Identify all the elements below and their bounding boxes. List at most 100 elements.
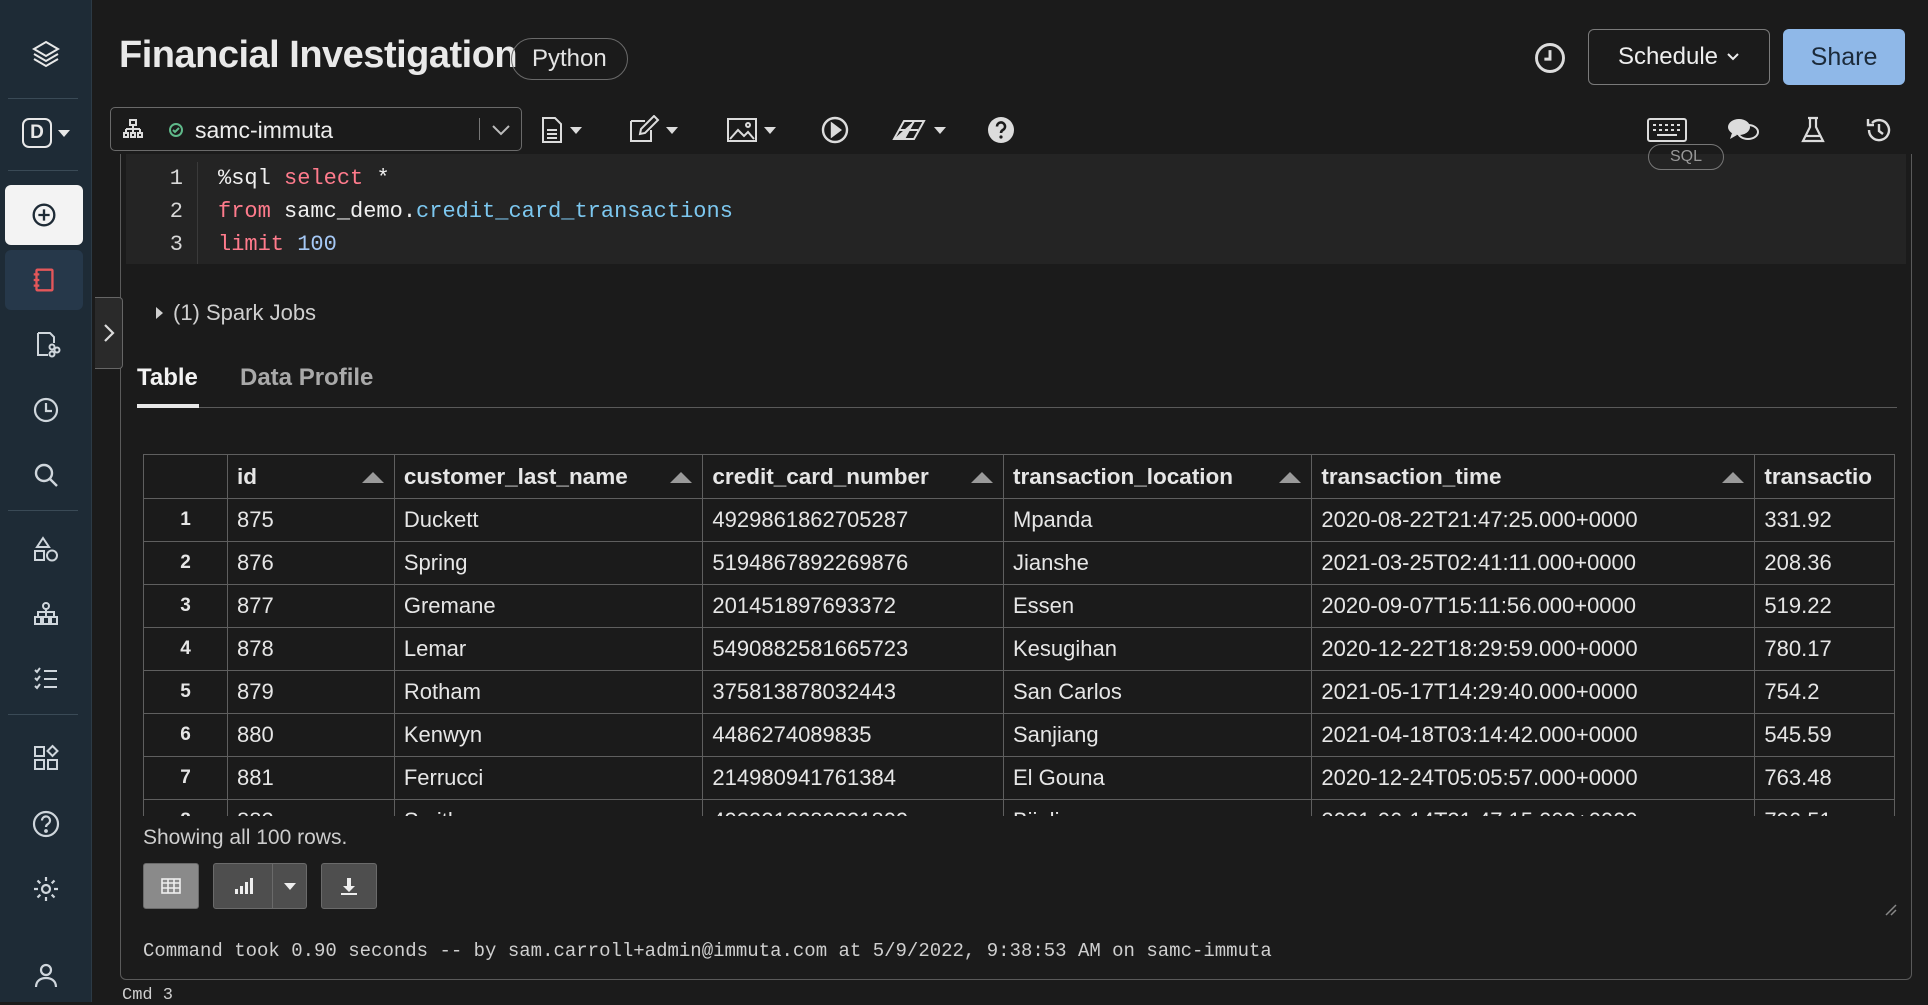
- row-index-cell: 6: [143, 713, 228, 757]
- jobs-icon[interactable]: [0, 648, 92, 708]
- revision-history-icon[interactable]: [1864, 114, 1894, 146]
- table-cell: Kesugihan: [1002, 627, 1313, 671]
- clear-icon[interactable]: [892, 114, 946, 146]
- row-count-label: Showing all 100 rows.: [143, 826, 348, 849]
- table-cell: 4929861862705287: [702, 498, 1004, 542]
- table-cell: Ferrucci: [393, 756, 704, 800]
- code-editor[interactable]: 1 2 3 %sql select * from samc_demo.credi…: [126, 144, 1906, 264]
- schedule-button[interactable]: Schedule: [1588, 29, 1770, 85]
- cell-collapse-toggle[interactable]: [95, 297, 123, 369]
- sort-icon[interactable]: [361, 472, 384, 483]
- column-header-transaction-time[interactable]: transaction_time: [1311, 454, 1756, 499]
- file-menu-icon[interactable]: [540, 114, 582, 146]
- line-number: 3: [169, 232, 183, 257]
- table-cell: 2021-05-17T14:29:40.000+0000: [1311, 670, 1756, 714]
- sidebar-divider: [8, 510, 78, 511]
- user-icon[interactable]: [0, 945, 92, 1005]
- table-row: 6 880 Kenwyn 4486274089835 Sanjiang 2021-04-1…: [143, 713, 1895, 757]
- table-cell: 2021-06-14T21:47:15.000+0000: [1311, 799, 1756, 816]
- table-cell: Kenwyn: [393, 713, 704, 757]
- chart-type-dropdown[interactable]: [273, 863, 307, 909]
- view-menu-icon[interactable]: [726, 114, 776, 146]
- table-cell: Smith: [393, 799, 704, 816]
- table-cell: 763.48: [1754, 756, 1895, 800]
- table-cell: 875: [226, 498, 395, 542]
- table-cell: 881: [226, 756, 395, 800]
- table-cell: 882: [226, 799, 395, 816]
- table-cell: San Carlos: [1002, 670, 1313, 714]
- recents-icon[interactable]: [0, 380, 92, 440]
- edit-menu-icon[interactable]: [628, 114, 678, 146]
- result-tabs: Table Data Profile: [137, 354, 1897, 408]
- spark-jobs-toggle[interactable]: (1) Spark Jobs: [156, 300, 316, 326]
- results-table-container[interactable]: id customer_last_name credit_card_number…: [143, 454, 1895, 816]
- table-cell: Essen: [1002, 584, 1313, 628]
- command-status: Command took 0.90 seconds -- by sam.carr…: [143, 940, 1272, 962]
- chart-view-group: [213, 863, 307, 909]
- table-cell: 4486274089835: [702, 713, 1004, 757]
- column-header-transaction-location[interactable]: transaction_location: [1002, 454, 1313, 499]
- table-cell: Lemar: [393, 627, 704, 671]
- run-all-icon[interactable]: [820, 114, 850, 146]
- column-header-transaction-amount[interactable]: transactio: [1754, 454, 1895, 499]
- table-row: 2 876 Spring 5194867892269876 Jianshe 2021-03…: [143, 541, 1895, 585]
- table-row: 5 879 Rotham 375813878032443 San Carlos 2021-…: [143, 670, 1895, 714]
- table-cell: 796.51: [1754, 799, 1895, 816]
- column-header-credit-card-number[interactable]: credit_card_number: [702, 454, 1004, 499]
- create-icon[interactable]: [5, 185, 83, 245]
- compute-icon[interactable]: [0, 584, 92, 644]
- chart-view-button[interactable]: [213, 863, 273, 909]
- sort-icon[interactable]: [1722, 472, 1745, 483]
- sort-icon[interactable]: [971, 472, 993, 483]
- table-view-button[interactable]: [143, 863, 199, 909]
- table-cell: 2020-09-07T15:11:56.000+0000: [1311, 584, 1756, 628]
- cluster-status-icon: [169, 123, 183, 137]
- sidebar-divider: [8, 714, 78, 715]
- notebook-icon[interactable]: [5, 250, 83, 310]
- tab-data-profile[interactable]: Data Profile: [240, 354, 373, 408]
- layers-logo-icon[interactable]: [0, 24, 92, 84]
- sort-icon[interactable]: [670, 472, 693, 483]
- search-icon[interactable]: [0, 445, 92, 505]
- table-row: 7 881 Ferrucci 214980941761384 El Gouna 2020-…: [143, 756, 1895, 800]
- marketplace-icon[interactable]: [0, 728, 92, 788]
- row-index-cell: 1: [143, 498, 228, 542]
- table-cell: Sanjiang: [1002, 713, 1313, 757]
- column-header-customer-last-name[interactable]: customer_last_name: [393, 454, 704, 499]
- column-header-id[interactable]: id: [226, 454, 395, 499]
- language-badge[interactable]: Python: [511, 38, 628, 80]
- share-button[interactable]: Share: [1783, 29, 1905, 85]
- sort-icon[interactable]: [1279, 472, 1302, 483]
- table-cell: 877: [226, 584, 395, 628]
- notebook-title[interactable]: Financial Investigation: [119, 34, 518, 77]
- workspace-switcher[interactable]: D: [0, 103, 92, 163]
- table-cell: 5490882581665723: [702, 627, 1004, 671]
- download-button[interactable]: [321, 863, 377, 909]
- row-index-cell: 2: [143, 541, 228, 585]
- cell-language-badge[interactable]: SQL: [1648, 144, 1724, 170]
- schedule-label: Schedule: [1617, 43, 1719, 70]
- table-cell: Rotham: [393, 670, 704, 714]
- cluster-selector[interactable]: samc-immuta: [110, 107, 522, 151]
- comments-icon[interactable]: [1726, 114, 1760, 146]
- clock-icon[interactable]: [1532, 40, 1568, 76]
- tab-table[interactable]: Table: [137, 354, 199, 408]
- help-icon[interactable]: [0, 794, 92, 854]
- help-icon[interactable]: [986, 114, 1016, 146]
- settings-icon[interactable]: [0, 859, 92, 919]
- row-index-cell: 5: [143, 670, 228, 714]
- line-number: 1: [169, 166, 183, 191]
- code-line: limit 100: [218, 228, 733, 261]
- experiment-icon[interactable]: [1800, 114, 1826, 146]
- notebook-body: 1 2 3 %sql select * from samc_demo.credi…: [92, 144, 1928, 1005]
- keyboard-icon[interactable]: [1646, 114, 1688, 146]
- resize-handle-icon[interactable]: [1883, 902, 1897, 916]
- table-cell: 2021-04-18T03:14:42.000+0000: [1311, 713, 1756, 757]
- table-cell: 2021-03-25T02:41:11.000+0000: [1311, 541, 1756, 585]
- table-cell: 754.2: [1754, 670, 1895, 714]
- table-cell: 2020-12-22T18:29:59.000+0000: [1311, 627, 1756, 671]
- table-row: 4 878 Lemar 5490882581665723 Kesugihan 2020-1…: [143, 627, 1895, 671]
- data-icon[interactable]: [0, 520, 92, 580]
- repos-icon[interactable]: [0, 314, 92, 374]
- table-cell: 780.17: [1754, 627, 1895, 671]
